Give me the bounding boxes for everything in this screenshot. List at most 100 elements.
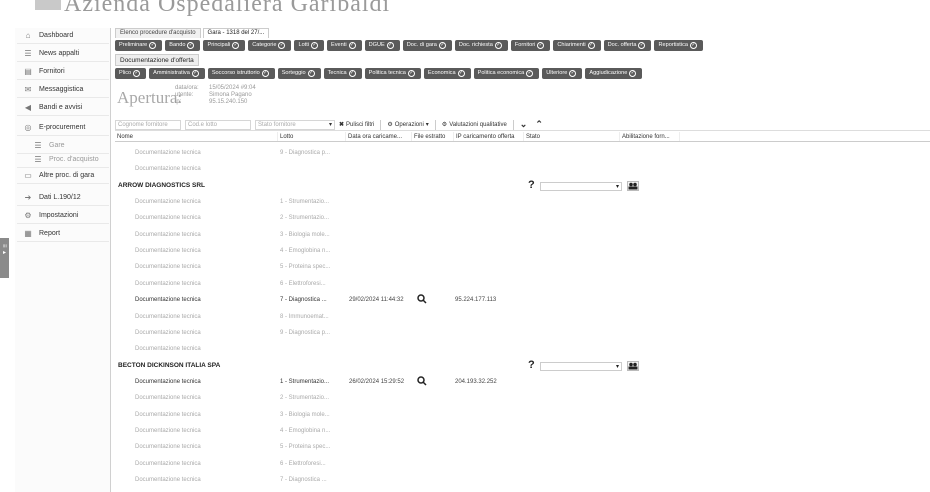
supplier-search-input[interactable]: Cognome fornitore — [115, 119, 181, 130]
col-abilitazione[interactable]: Abilitazione forn... — [620, 132, 680, 141]
workflow-step[interactable]: Reportistica ✓ — [654, 40, 703, 51]
close-icon: ✖ — [339, 122, 345, 128]
table-row[interactable]: Documentazione tecnica 7 - Diagnostica ..… — [115, 473, 930, 488]
workflow-step[interactable]: Tecnica ✓ — [323, 68, 362, 79]
supplier-state-dropdown[interactable]: ▾ — [540, 181, 622, 191]
table-row[interactable]: Documentazione tecnica 4 - Emoglobina n..… — [115, 424, 930, 439]
sidebar-item[interactable]: ▤ Fornitori — [17, 64, 109, 80]
sidebar-item[interactable]: ▦ Report — [17, 226, 109, 242]
sidebar-item[interactable]: ◎ E-procurement — [17, 120, 109, 136]
workflow-step[interactable]: Sorteggio ✓ — [277, 68, 321, 79]
tab-gara[interactable]: Gara - 1318 del 27/... — [202, 28, 270, 38]
sidebar-item[interactable]: ⚙ Impostazioni — [17, 208, 109, 224]
workflow-step[interactable]: Doc. di gara ✓ — [402, 40, 452, 51]
workflow-step[interactable]: Aggiudicazione ✓ — [585, 68, 643, 79]
tab-procedure-list[interactable]: Elenco procedure d'acquisto — [115, 28, 201, 38]
supplier-state-dropdown[interactable]: ▾ — [540, 361, 622, 371]
magnifier-icon[interactable] — [417, 294, 427, 306]
collapse-strip-label: ≡ ▸ — [1, 244, 7, 257]
workflow-step[interactable]: Fornitori ✓ — [510, 40, 551, 51]
table-row[interactable]: Documentazione tecnica — [115, 162, 930, 177]
sidebar-item[interactable]: ☰ Proc. d'acquisto — [17, 152, 109, 168]
table-row[interactable]: Documentazione tecnica 3 - Biologia mole.… — [115, 228, 930, 243]
workflow-step[interactable]: Chiarimenti ✓ — [553, 40, 601, 51]
workflow-step[interactable]: Categorie ✓ — [248, 40, 292, 51]
workflow-step[interactable]: Politica economica ✓ — [473, 68, 540, 79]
workflow-step[interactable]: Politica tecnica ✓ — [364, 68, 421, 79]
workflow-step[interactable]: Ulteriore ✓ — [542, 68, 583, 79]
workflow-step-label: Tecnica — [327, 70, 347, 76]
list-icon: ☰ — [34, 141, 42, 150]
cell-lotto: 2 - Strumentazio... — [280, 395, 330, 402]
col-file[interactable]: File estratto — [412, 132, 454, 141]
cell-lotto: 9 - Diagnostica p... — [280, 330, 331, 336]
workflow-step-label: Politica economica — [477, 70, 525, 76]
cell-ip: 204.193.32.252 — [455, 378, 497, 385]
table-row[interactable]: Documentazione tecnica 7 - Diagnostica ..… — [115, 293, 930, 308]
list-icon: ☰ — [34, 155, 42, 164]
workflow-step[interactable]: DGUE ✓ — [364, 40, 400, 51]
supplier-group-row[interactable]: ARROW DIAGNOSTICS SRL? ▾ — [115, 179, 930, 193]
workflow-step[interactable]: Lotti ✓ — [294, 40, 325, 51]
workflow-step[interactable]: Soccorso istruttorio ✓ — [207, 68, 275, 79]
operations-button[interactable]: ⚙ Operazioni ▾ — [383, 120, 432, 130]
supplier-action-button[interactable] — [627, 180, 639, 191]
table-row[interactable]: Documentazione tecnica 9 - Diagnostica p.… — [115, 146, 930, 161]
chevron-down-icon: ▾ — [615, 183, 619, 190]
workflow-step[interactable]: Plico ✓ — [115, 68, 147, 79]
workflow-step[interactable]: Eventi ✓ — [327, 40, 362, 51]
sidebar-item[interactable]: ➔ Dati L.190/12 — [17, 190, 109, 206]
magnifier-icon[interactable] — [417, 376, 427, 388]
gear-icon: ⚙ — [387, 122, 393, 128]
lot-search-input[interactable]: Cod.e lotto — [185, 119, 251, 130]
sidebar-item[interactable]: ⌂ Dashboard — [17, 28, 109, 44]
col-data[interactable]: Data ora caricame... — [346, 132, 412, 141]
col-ip[interactable]: IP caricamento offerta — [454, 132, 524, 141]
table-row[interactable]: Documentazione tecnica 6 - Elettroforesi.… — [115, 457, 930, 472]
table-row[interactable]: Documentazione tecnica 1 - Strumentazio..… — [115, 195, 930, 210]
table-row[interactable]: Documentazione tecnica 5 - Proteina spec.… — [115, 440, 930, 455]
table-row[interactable]: Documentazione tecnica 2 - Strumentazio..… — [115, 391, 930, 406]
sidebar-item-label: Dashboard — [39, 32, 74, 39]
col-stato[interactable]: Stato — [524, 132, 620, 141]
collapse-strip[interactable]: ≡ ▸ — [0, 238, 9, 278]
workflow-step[interactable]: Doc. offerta ✓ — [603, 40, 652, 51]
table-row[interactable]: Documentazione tecnica — [115, 342, 930, 357]
table-row[interactable]: Documentazione tecnica 1 - Strumentazio..… — [115, 375, 930, 390]
table-row[interactable]: Documentazione tecnica 4 - Emoglobina n..… — [115, 244, 930, 259]
table-row[interactable]: Documentazione tecnica 6 - Elettroforesi.… — [115, 277, 930, 292]
supplier-state-select[interactable]: Stato fornitore ▾ — [255, 119, 335, 130]
divider — [434, 119, 436, 130]
col-lotto[interactable]: Lotto — [278, 132, 346, 141]
sidebar-item[interactable]: ☰ News appalti — [17, 46, 109, 62]
col-nome[interactable]: Nome — [115, 132, 278, 141]
workflow-step[interactable]: Doc. richiesta ✓ — [454, 40, 508, 51]
table-row[interactable]: Documentazione tecnica 8 - Immunoemat... — [115, 310, 930, 325]
clear-filters-button[interactable]: ✖ Pulisci filtri — [335, 120, 378, 130]
table-row[interactable]: Documentazione tecnica 5 - Proteina spec.… — [115, 260, 930, 275]
workflow-step[interactable]: Economica ✓ — [423, 68, 471, 79]
users-icon — [628, 362, 638, 370]
table-row[interactable]: Documentazione tecnica 9 - Diagnostica p.… — [115, 326, 930, 341]
sidebar-item[interactable]: ▭ Altre proc. di gara — [17, 168, 109, 184]
collapse-all-button[interactable]: ⌃ — [531, 119, 547, 130]
grid-header: Nome Lotto Data ora caricame... File est… — [115, 132, 930, 142]
table-row[interactable]: Documentazione tecnica 2 - Strumentazio..… — [115, 211, 930, 226]
workflow-step[interactable]: Amministrativa ✓ — [149, 68, 205, 79]
qualitative-button[interactable]: ⚙ Valutazioni qualitative — [438, 120, 511, 130]
expand-all-button[interactable]: ⌄ — [516, 119, 532, 130]
sidebar-item[interactable]: ◀ Bandi e avvisi — [17, 100, 109, 116]
sidebar-item[interactable]: ✉ Messaggistica — [17, 82, 109, 98]
table-row[interactable]: Documentazione tecnica 3 - Biologia mole.… — [115, 408, 930, 423]
workflow-step[interactable]: Preliminare ✓ — [115, 40, 163, 51]
chart-icon: ▦ — [24, 229, 32, 238]
supplier-group-row[interactable]: BECTON DICKINSON ITALIA SPA? ▾ — [115, 359, 930, 373]
sidebar-item-label: Fornitori — [39, 68, 65, 75]
doc-offer-tab[interactable]: Documentazione d'offerta — [115, 54, 199, 66]
workflow-step[interactable]: Principali ✓ — [203, 40, 246, 51]
megaphone-icon: ◀ — [24, 103, 32, 112]
header-bar: Azienda Ospedaliera Garibaldi — [0, 0, 930, 22]
supplier-state-value: Stato fornitore — [258, 121, 296, 128]
supplier-action-button[interactable] — [627, 360, 639, 371]
workflow-step[interactable]: Bando ✓ — [165, 40, 201, 51]
